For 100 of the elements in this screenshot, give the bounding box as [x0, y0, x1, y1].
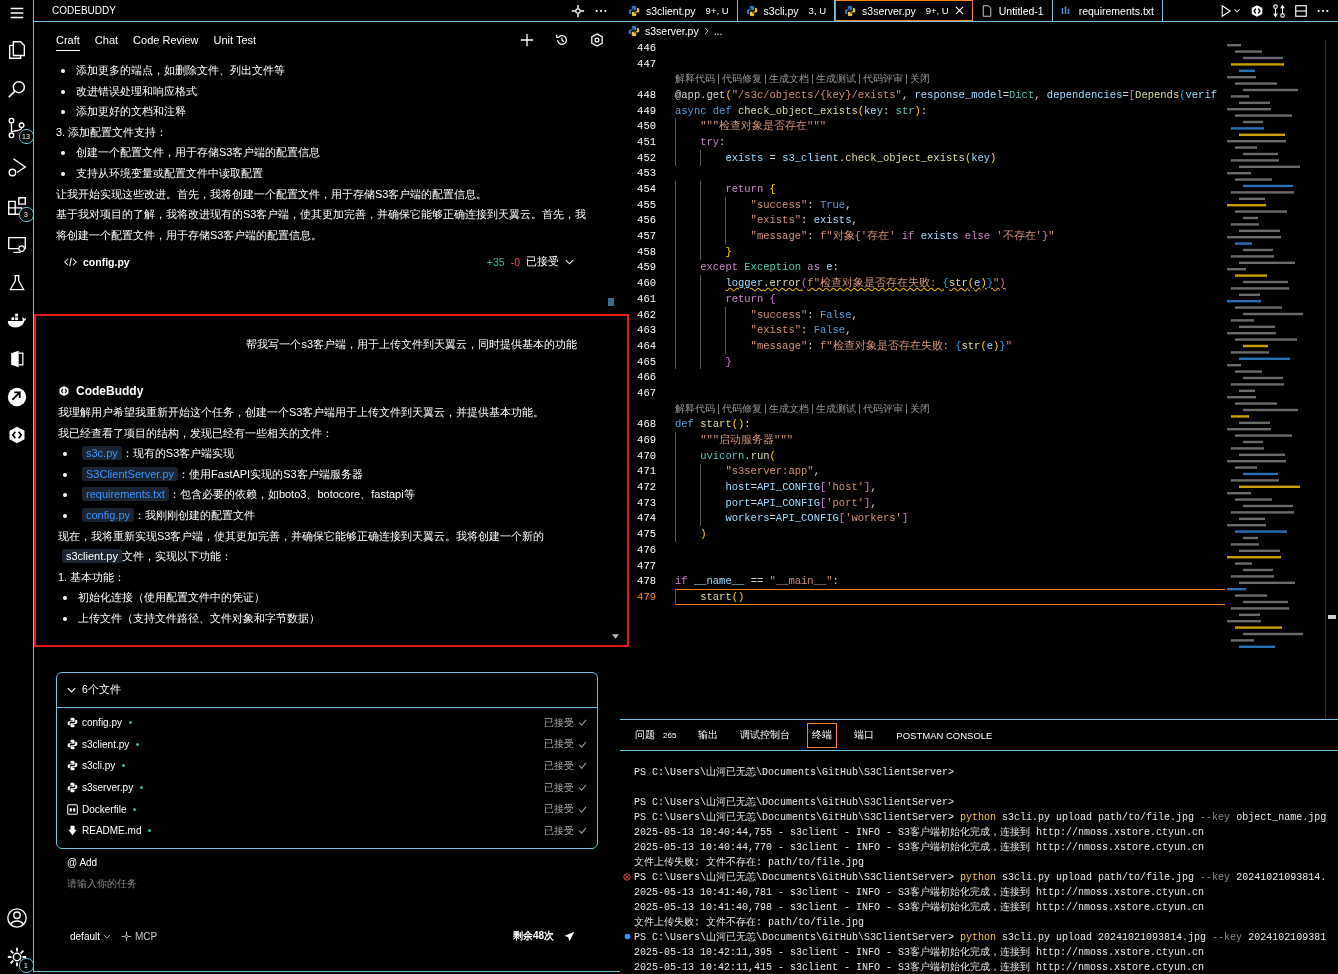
code-line: } — [675, 353, 732, 370]
bullet-icon — [61, 110, 65, 115]
code-lens-link[interactable]: 生成测试 — [812, 403, 859, 414]
code-lens-link[interactable]: 生成文档 — [765, 74, 812, 85]
panel-tab[interactable]: Code Review — [133, 29, 199, 51]
panel-tab[interactable]: Craft — [56, 29, 80, 51]
account-icon[interactable] — [5, 907, 28, 929]
code-lens-link[interactable]: 生成测试 — [812, 74, 859, 85]
code-lens-link[interactable]: 关闭 — [906, 74, 933, 85]
file-name[interactable]: README.md — [82, 825, 142, 837]
arrow-circle-icon[interactable] — [5, 386, 28, 408]
scrollbar-thumb[interactable] — [608, 298, 614, 306]
panel-tab[interactable]: 问题 265 — [630, 722, 682, 748]
scroll-down-icon[interactable] — [612, 634, 619, 639]
code-lens-link[interactable]: 生成文档 — [765, 403, 812, 414]
file-name[interactable]: config.py — [83, 256, 130, 269]
list-item-text: 初始化连接（使用配置文件中的凭证） — [78, 590, 266, 606]
list-item-text: 添加更多的端点，如删除文件、列出文件等 — [76, 63, 286, 78]
history-icon[interactable] — [555, 33, 569, 47]
code-line: @app.get("/s3c/objects/{key}/exists", response_model=Dict, dependencies=[Depends(verif — [675, 87, 1218, 103]
check-icon — [578, 740, 587, 748]
compare-icon[interactable] — [1272, 3, 1286, 18]
modified-dot — [133, 807, 137, 811]
panel-tab[interactable]: 输出 — [693, 722, 724, 748]
settings-icon[interactable] — [590, 33, 604, 47]
code-lens-link[interactable]: 代码评审 — [859, 403, 906, 414]
hub-icon[interactable] — [571, 3, 585, 18]
mcp-button[interactable]: MCP — [121, 930, 158, 942]
check-icon — [578, 762, 587, 770]
breadcrumb-item[interactable]: ... — [713, 25, 723, 37]
python-file-icon — [628, 25, 640, 37]
file-icon — [980, 4, 993, 17]
line-number: 477 — [636, 559, 656, 572]
extensions-icon[interactable] — [5, 195, 28, 217]
list-item-text: 添加更好的文档和注释 — [76, 104, 187, 120]
line-number: 479 — [636, 590, 656, 603]
card-title[interactable]: 6个文件 — [82, 683, 121, 697]
bullet-icon — [63, 513, 67, 518]
terminal-line: PS C:\Users\山河已无恙\Documents\GitHub\S3ClientServer> python s3cli.py upload path/to/file.jpg --key 20241021093814. — [634, 870, 1327, 884]
terminal-line: 2025-05-13 10:40:44,755 - s3client - INFO - S3客户端初始化完成，连接到 http://nmoss.xstore.ctyun.cn — [634, 825, 1205, 839]
close-icon[interactable] — [954, 6, 964, 15]
panel-tab[interactable]: Chat — [94, 29, 119, 51]
code-lens-link[interactable]: 关闭 — [906, 403, 933, 414]
chevron-down-icon — [103, 933, 112, 939]
breadcrumb-item[interactable]: s3server.py — [645, 25, 699, 37]
file-link[interactable]: S3ClientServer.py — [82, 466, 179, 481]
code-lens-link[interactable]: 代码评审 — [859, 74, 906, 85]
error-icon[interactable] — [623, 872, 631, 881]
file-name[interactable]: config.py — [82, 717, 123, 729]
code-line: "success": False, — [675, 306, 858, 323]
settings-icon[interactable] — [5, 946, 28, 968]
code-line: return { — [675, 181, 776, 197]
python-file-icon — [67, 760, 78, 772]
file-name[interactable]: Dockerfile — [82, 803, 127, 815]
send-icon[interactable] — [564, 930, 575, 942]
search-icon[interactable] — [5, 78, 28, 100]
terminal-line: PS C:\Users\山河已无恙\Documents\GitHub\S3ClientServer> python s3cli.py upload path/to/file.jpg --key object_name.jpg — [634, 810, 1327, 824]
scrollbar-thumb[interactable] — [1328, 615, 1336, 619]
panel-tab[interactable]: 端口 — [849, 722, 880, 748]
monitor-icon[interactable] — [5, 234, 28, 256]
code-lens-link[interactable]: 代码修复 — [718, 74, 765, 85]
file-name[interactable]: s3cli.py — [82, 760, 116, 772]
run-icon[interactable] — [1220, 3, 1242, 18]
editor-tab[interactable]: s3server.py 9+, U — [835, 0, 973, 21]
panel-tab[interactable]: Unit Test — [213, 29, 257, 51]
check-icon — [578, 805, 587, 813]
list-item-text: 创建一个配置文件，用于存储S3客户端的配置信息 — [76, 145, 322, 161]
status-dot-icon[interactable] — [623, 933, 631, 940]
bullet-icon — [61, 171, 65, 176]
file-name[interactable]: s3server.py — [82, 782, 134, 794]
down-arrow-file-icon — [67, 825, 78, 837]
code-line: "success": True, — [675, 196, 852, 213]
task-input[interactable]: 请输入你的任务 — [67, 877, 598, 889]
line-number: 447 — [636, 57, 656, 70]
line-number: 462 — [636, 308, 656, 321]
chevron-down-icon[interactable] — [565, 259, 574, 266]
plus-icon[interactable] — [520, 33, 534, 47]
code-lens-link[interactable]: 解释代码 — [675, 74, 718, 85]
check-icon — [578, 827, 587, 835]
list-item-text: 上传文件（支持文件路径、文件对象和字节数据） — [78, 610, 321, 626]
hexagon-logo-icon[interactable] — [1250, 3, 1264, 18]
panel-tab[interactable]: 调试控制台 — [735, 722, 796, 748]
bullet-icon — [61, 89, 65, 94]
file-name[interactable]: s3client.py — [82, 738, 130, 750]
panel-tab[interactable]: 终端 — [807, 722, 838, 748]
split-editor-icon[interactable] — [1294, 3, 1308, 18]
code-line: """启动服务器""" — [675, 432, 793, 448]
terminal-line: 2025-05-13 10:42:11,395 - s3client - INFO - S3客户端初始化完成，连接到 http://nmoss.xstore.ctyun.cn — [634, 945, 1205, 959]
line-number: 448 — [636, 88, 656, 101]
file-link[interactable]: s3c.py — [82, 446, 122, 461]
line-number: 476 — [636, 543, 656, 556]
code-lens-link[interactable]: 解释代码 — [675, 403, 718, 414]
panel-tab[interactable]: POSTMAN CONSOLE — [891, 723, 998, 747]
add-context-link[interactable]: @ Add — [67, 856, 98, 868]
line-number: 478 — [636, 575, 656, 588]
code-lens-link[interactable]: 代码修复 — [718, 403, 765, 414]
chevron-down-icon[interactable] — [67, 687, 76, 693]
file-link[interactable]: config.py — [82, 507, 135, 522]
file-link[interactable]: requirements.txt — [82, 487, 169, 502]
mode-dropdown[interactable]: default — [70, 930, 112, 942]
